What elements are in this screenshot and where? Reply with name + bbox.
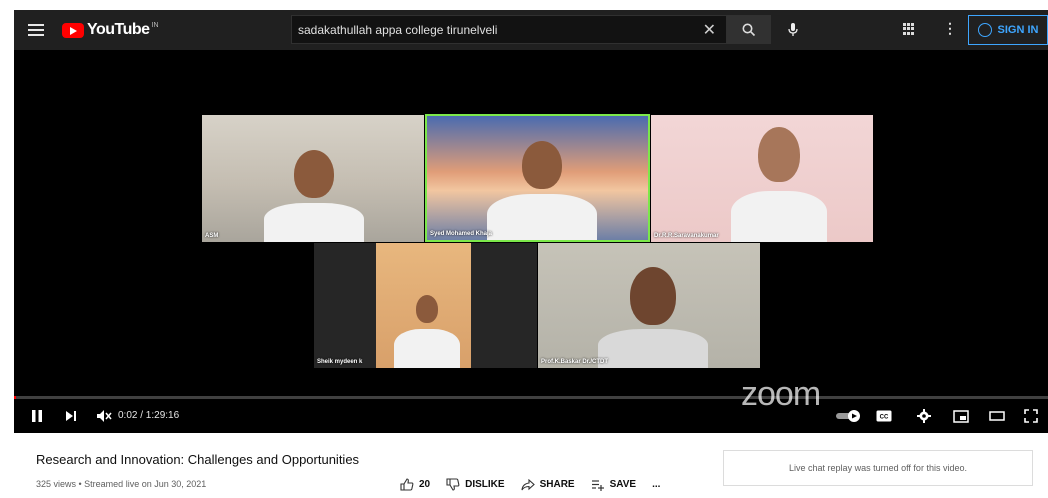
- participant-video: [376, 243, 471, 368]
- participant-name: Sheik mydeen k: [317, 359, 363, 365]
- share-button[interactable]: SHARE: [521, 478, 575, 491]
- video-player[interactable]: ASM Syed Mohamed Khaja Dr.R.R.Saravanaku…: [14, 50, 1048, 433]
- mute-icon: [97, 410, 112, 422]
- video-meta: 325 views • Streamed live on Jun 30, 202…: [36, 479, 207, 489]
- participant-name: Prof.K.Baskar Dr./CTDT: [541, 359, 609, 365]
- clear-search-icon[interactable]: ✕: [703, 20, 716, 40]
- participant-name: Syed Mohamed Khaja: [430, 231, 493, 237]
- pause-icon: [32, 410, 42, 422]
- thumbs-up-icon: [400, 478, 414, 491]
- live-chat-replay-notice: Live chat replay was turned off for this…: [723, 450, 1033, 486]
- youtube-logo[interactable]: YouTube IN: [62, 21, 159, 39]
- participant-tile: Dr.R.R.Saravanakumar: [651, 115, 873, 242]
- participant-tile: Sheik mydeen k: [314, 243, 537, 368]
- miniplayer-button[interactable]: [952, 408, 970, 424]
- search-button[interactable]: [727, 15, 771, 44]
- participant-name: Dr.R.R.Saravanakumar: [654, 233, 719, 239]
- dislike-button[interactable]: DISLIKE: [446, 478, 505, 491]
- cc-icon: CC: [876, 410, 892, 422]
- pause-button[interactable]: [28, 407, 46, 425]
- dislike-label: DISLIKE: [465, 479, 505, 490]
- mute-button[interactable]: [94, 407, 114, 425]
- masthead: YouTube IN sadakathullah appa college ti…: [14, 10, 1048, 50]
- like-button[interactable]: 20: [400, 478, 430, 491]
- fullscreen-icon: [1024, 409, 1038, 423]
- theater-icon: [989, 411, 1005, 421]
- next-icon: [66, 411, 76, 421]
- search-input[interactable]: sadakathullah appa college tirunelveli ✕: [291, 15, 727, 44]
- thumbs-down-icon: [446, 478, 460, 491]
- search-icon: [742, 23, 756, 36]
- account-icon: [977, 23, 992, 37]
- video-actions: 20 DISLIKE SHARE SAVE ...: [400, 478, 676, 491]
- share-label: SHARE: [539, 479, 575, 490]
- sign-in-button[interactable]: SIGN IN: [968, 15, 1048, 45]
- fullscreen-button[interactable]: [1022, 408, 1040, 424]
- participant-tile: ASM: [202, 115, 424, 242]
- chat-notice-text: Live chat replay was turned off for this…: [789, 463, 967, 473]
- more-dots-icon: ...: [652, 479, 661, 490]
- share-icon: [521, 478, 535, 490]
- sign-in-label: SIGN IN: [997, 24, 1039, 36]
- settings-gear-icon: [917, 409, 931, 423]
- subtitles-button[interactable]: CC: [876, 409, 892, 423]
- apps-grid-icon[interactable]: [903, 23, 915, 35]
- participant-name: ASM: [205, 233, 219, 239]
- microphone-icon: [788, 22, 798, 36]
- search-query-text: sadakathullah appa college tirunelveli: [298, 22, 498, 37]
- youtube-play-logo-icon: [62, 22, 84, 38]
- player-controls: 0:02 / 1:29:16 CC: [14, 399, 1048, 433]
- time-display: 0:02 / 1:29:16: [118, 410, 180, 421]
- hamburger-menu-icon[interactable]: [28, 24, 44, 36]
- svg-text:CC: CC: [880, 415, 889, 421]
- next-button[interactable]: [62, 407, 80, 425]
- video-title: Research and Innovation: Challenges and …: [36, 452, 360, 467]
- logo-text: YouTube: [87, 21, 150, 38]
- participant-tile-active-speaker: Syed Mohamed Khaja: [425, 114, 650, 242]
- youtube-watch-page: YouTube IN sadakathullah appa college ti…: [0, 0, 1048, 498]
- participant-tile: Prof.K.Baskar Dr./CTDT: [538, 243, 760, 368]
- miniplayer-icon: [953, 409, 969, 423]
- voice-search-button[interactable]: [776, 15, 810, 44]
- autoplay-toggle[interactable]: [834, 410, 862, 422]
- settings-button[interactable]: [916, 408, 932, 424]
- more-actions-button[interactable]: ...: [652, 479, 660, 490]
- settings-more-icon[interactable]: ⋮: [943, 21, 957, 35]
- save-label: SAVE: [609, 479, 637, 490]
- playlist-add-icon: [591, 479, 604, 491]
- save-button[interactable]: SAVE: [591, 479, 637, 491]
- like-count: 20: [419, 479, 431, 490]
- theater-mode-button[interactable]: [988, 409, 1006, 423]
- autoplay-toggle-icon: [836, 410, 860, 422]
- logo-country-code: IN: [151, 21, 159, 29]
